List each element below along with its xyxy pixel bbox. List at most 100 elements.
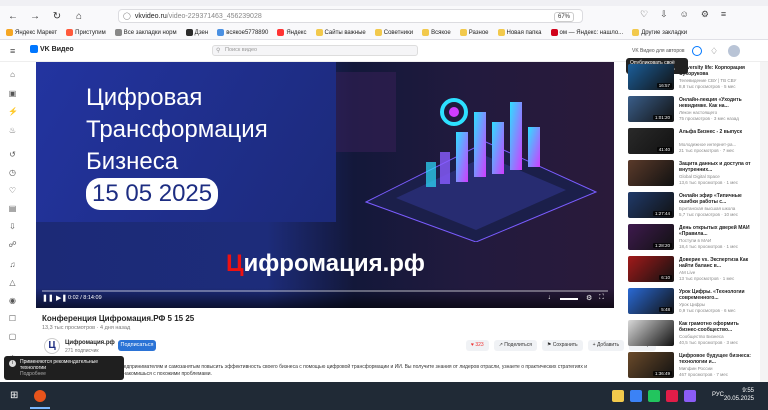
menu-icon[interactable]: ≡ [721, 9, 726, 20]
like-button[interactable]: ♥ 323 [466, 340, 489, 351]
notifications-icon[interactable]: ♢ [710, 46, 718, 57]
toast-link[interactable]: Подробнее [20, 371, 120, 377]
recommendation-thumbnail[interactable]: 16:57 [628, 64, 674, 90]
upload-icon[interactable] [692, 46, 702, 56]
recommendation-title[interactable]: Урок Цифры. «Технологии современного... [679, 289, 758, 301]
recommendation-thumbnail[interactable] [628, 320, 674, 346]
recommendation-title[interactable]: Альфа Бизнес - 2 выпуск [679, 129, 758, 135]
recommendation-item[interactable]: 41:40 Альфа Бизнес - 2 выпуск Молодежное и… [628, 128, 758, 158]
tv-channel-icon[interactable]: ▢ [8, 332, 17, 341]
creators-link[interactable]: VK Видео для авторов [632, 48, 685, 54]
bookmark-item[interactable]: Яндекс [277, 29, 307, 36]
history-icon[interactable]: ↺ [8, 150, 17, 159]
recommendation-item[interactable]: 1:01:20 Онлайн-лекция «Уходить невидимке.… [628, 96, 758, 126]
music-icon[interactable]: ♫ [8, 260, 17, 269]
recommendation-title[interactable]: Онлайн-лекция «Уходить невидимке. Как на… [679, 97, 758, 109]
clock[interactable]: 9:55 20.05.2025 [724, 387, 754, 403]
recommendation-title[interactable]: Доверие vs. Экспертиза Как найти баланс … [679, 257, 758, 269]
recommendation-thumbnail[interactable]: 6:10 [628, 256, 674, 282]
search-input[interactable]: Поиск видео [212, 45, 418, 56]
home-icon[interactable]: ⌂ [72, 9, 86, 23]
language-indicator[interactable]: РУС [712, 392, 724, 398]
tv-icon[interactable]: ▣ [8, 89, 17, 98]
recommendation-title[interactable]: День открытых дверей МАИ «Правила... [679, 225, 758, 237]
app-icon[interactable] [648, 390, 660, 402]
recommendation-item[interactable]: 1:36:49 Цифровое будущее бизнеса: техноло… [628, 352, 758, 382]
windows-start-icon[interactable]: ⊞ [10, 390, 22, 402]
download-icon[interactable]: ⇩ [660, 9, 668, 20]
bookmark-item[interactable]: Дзен [185, 29, 208, 36]
share-button[interactable]: ↗ Поделиться [493, 340, 537, 351]
volume-icon[interactable]: ♩ [548, 294, 555, 301]
firefox-icon[interactable] [34, 390, 46, 402]
recommendation-item[interactable]: 5:48 Урок Цифры. «Технологии современного… [628, 288, 758, 318]
progress-bar[interactable] [42, 290, 608, 292]
reload-icon[interactable]: ↻ [50, 9, 64, 23]
recommendation-channel[interactable]: Сообщество Бизнеса [679, 334, 758, 339]
recommendation-item[interactable]: 1:27:44 Онлайн эфир «Типичные ошибки рабо… [628, 192, 758, 222]
recommendation-item[interactable]: 16:57 University life: Корпорация Сухорук… [628, 64, 758, 94]
vk-logo[interactable]: VK Видео [30, 45, 74, 53]
zoom-indicator[interactable]: 67% [553, 12, 574, 22]
recommendation-thumbnail[interactable]: 5:48 [628, 288, 674, 314]
download-icon[interactable]: ⇩ [8, 222, 17, 231]
recommendation-channel[interactable]: Лекон настоящего [679, 110, 758, 115]
add-button[interactable]: + Добавить [587, 340, 625, 351]
subscriptions-icon[interactable]: ☍ [8, 240, 17, 249]
settings-icon[interactable]: ⚙ [586, 294, 592, 302]
home-icon[interactable]: ⌂ [8, 70, 17, 79]
app-icon[interactable] [666, 390, 678, 402]
recommendation-thumbnail[interactable]: 1:01:20 [628, 96, 674, 122]
heart-icon[interactable]: ♡ [8, 186, 17, 195]
bookmark-item[interactable]: Яндекс Маркет [6, 29, 57, 36]
recommendation-channel[interactable]: Урок Цифры [679, 302, 758, 307]
recommendation-thumbnail[interactable]: 1:28:20 [628, 224, 674, 250]
bookmark-item[interactable]: Все закладки норм [114, 29, 177, 36]
recommendation-channel[interactable]: Британская высшая школа [679, 206, 758, 211]
video-player[interactable]: Цифровая Трансформация Бизнеса 15 05 202… [36, 62, 614, 308]
gift-icon[interactable]: ☐ [8, 314, 17, 323]
bookmark-item[interactable]: Сайты важные [315, 29, 366, 36]
bookmark-item[interactable]: Всякое [422, 29, 451, 36]
bookmark-item[interactable]: Советники [374, 29, 413, 36]
recommendation-thumbnail[interactable]: 41:40 [628, 128, 674, 154]
recommendation-title[interactable]: Защита данных и доступа от внутренних... [679, 161, 758, 173]
account-icon[interactable]: ☺ [680, 9, 689, 20]
recommendation-title[interactable]: Цифровое будущее бизнеса: технологии и..… [679, 353, 758, 365]
recommendation-channel[interactable]: AM Live [679, 270, 758, 275]
bookmark-item[interactable]: Новая папка [497, 29, 542, 36]
bookmark-item[interactable]: Разное [459, 29, 489, 36]
hamburger-icon[interactable]: ≡ [10, 46, 15, 56]
folder-icon[interactable] [612, 390, 624, 402]
recommendation-item[interactable]: 6:10 Доверие vs. Экспертиза Как найти бал… [628, 256, 758, 286]
recommendation-channel[interactable]: Молодежное интернет-ра... [679, 142, 758, 147]
channels-icon[interactable]: ◉ [8, 296, 17, 305]
bookmark-item[interactable]: Приступим [66, 29, 106, 36]
scrollbar[interactable] [760, 62, 768, 382]
recommendation-item[interactable]: Как грамотно оформить бизнес-сообщество.… [628, 320, 758, 350]
bookmark-item[interactable]: Другие закладки [632, 29, 687, 36]
recommendation-channel[interactable]: Миnфин России [679, 366, 758, 371]
fullscreen-icon[interactable]: ⛶ [599, 294, 604, 302]
recommendation-title[interactable]: University life: Корпорация Сухорукова [679, 65, 758, 77]
games-icon[interactable]: △ [8, 278, 17, 287]
recommendation-title[interactable]: Онлайн эфир «Типичные ошибки работы с... [679, 193, 758, 205]
recommendation-item[interactable]: Защита данных и доступа от внутренних...… [628, 160, 758, 190]
clock-icon[interactable]: ◷ [8, 168, 17, 177]
recommendation-item[interactable]: 1:28:20 День открытых дверей МАИ «Правила… [628, 224, 758, 254]
recommendation-thumbnail[interactable]: 1:36:49 [628, 352, 674, 378]
flame-icon[interactable]: ♨ [8, 126, 17, 135]
avatar[interactable] [728, 45, 740, 57]
extensions-icon[interactable]: ⚙ [701, 9, 709, 20]
lightning-icon[interactable]: ⚡ [8, 107, 18, 116]
store-icon[interactable] [630, 390, 642, 402]
recommendation-channel[interactable]: Телевидение СВУ | ТВ СВУ [679, 78, 758, 83]
recommendation-thumbnail[interactable] [628, 160, 674, 186]
recommendation-channel[interactable]: Поступи в МАИ [679, 238, 758, 243]
address-bar[interactable]: ◯ vkvideo.ru/video-229371463_456239028 6… [118, 9, 583, 23]
back-icon[interactable]: ← [6, 9, 20, 23]
pocket-icon[interactable]: ♡ [640, 9, 648, 20]
bookmark-item[interactable]: всякое5778890 [217, 29, 268, 36]
app-icon[interactable] [684, 390, 696, 402]
next-icon[interactable]: ▶❚ [56, 294, 67, 302]
